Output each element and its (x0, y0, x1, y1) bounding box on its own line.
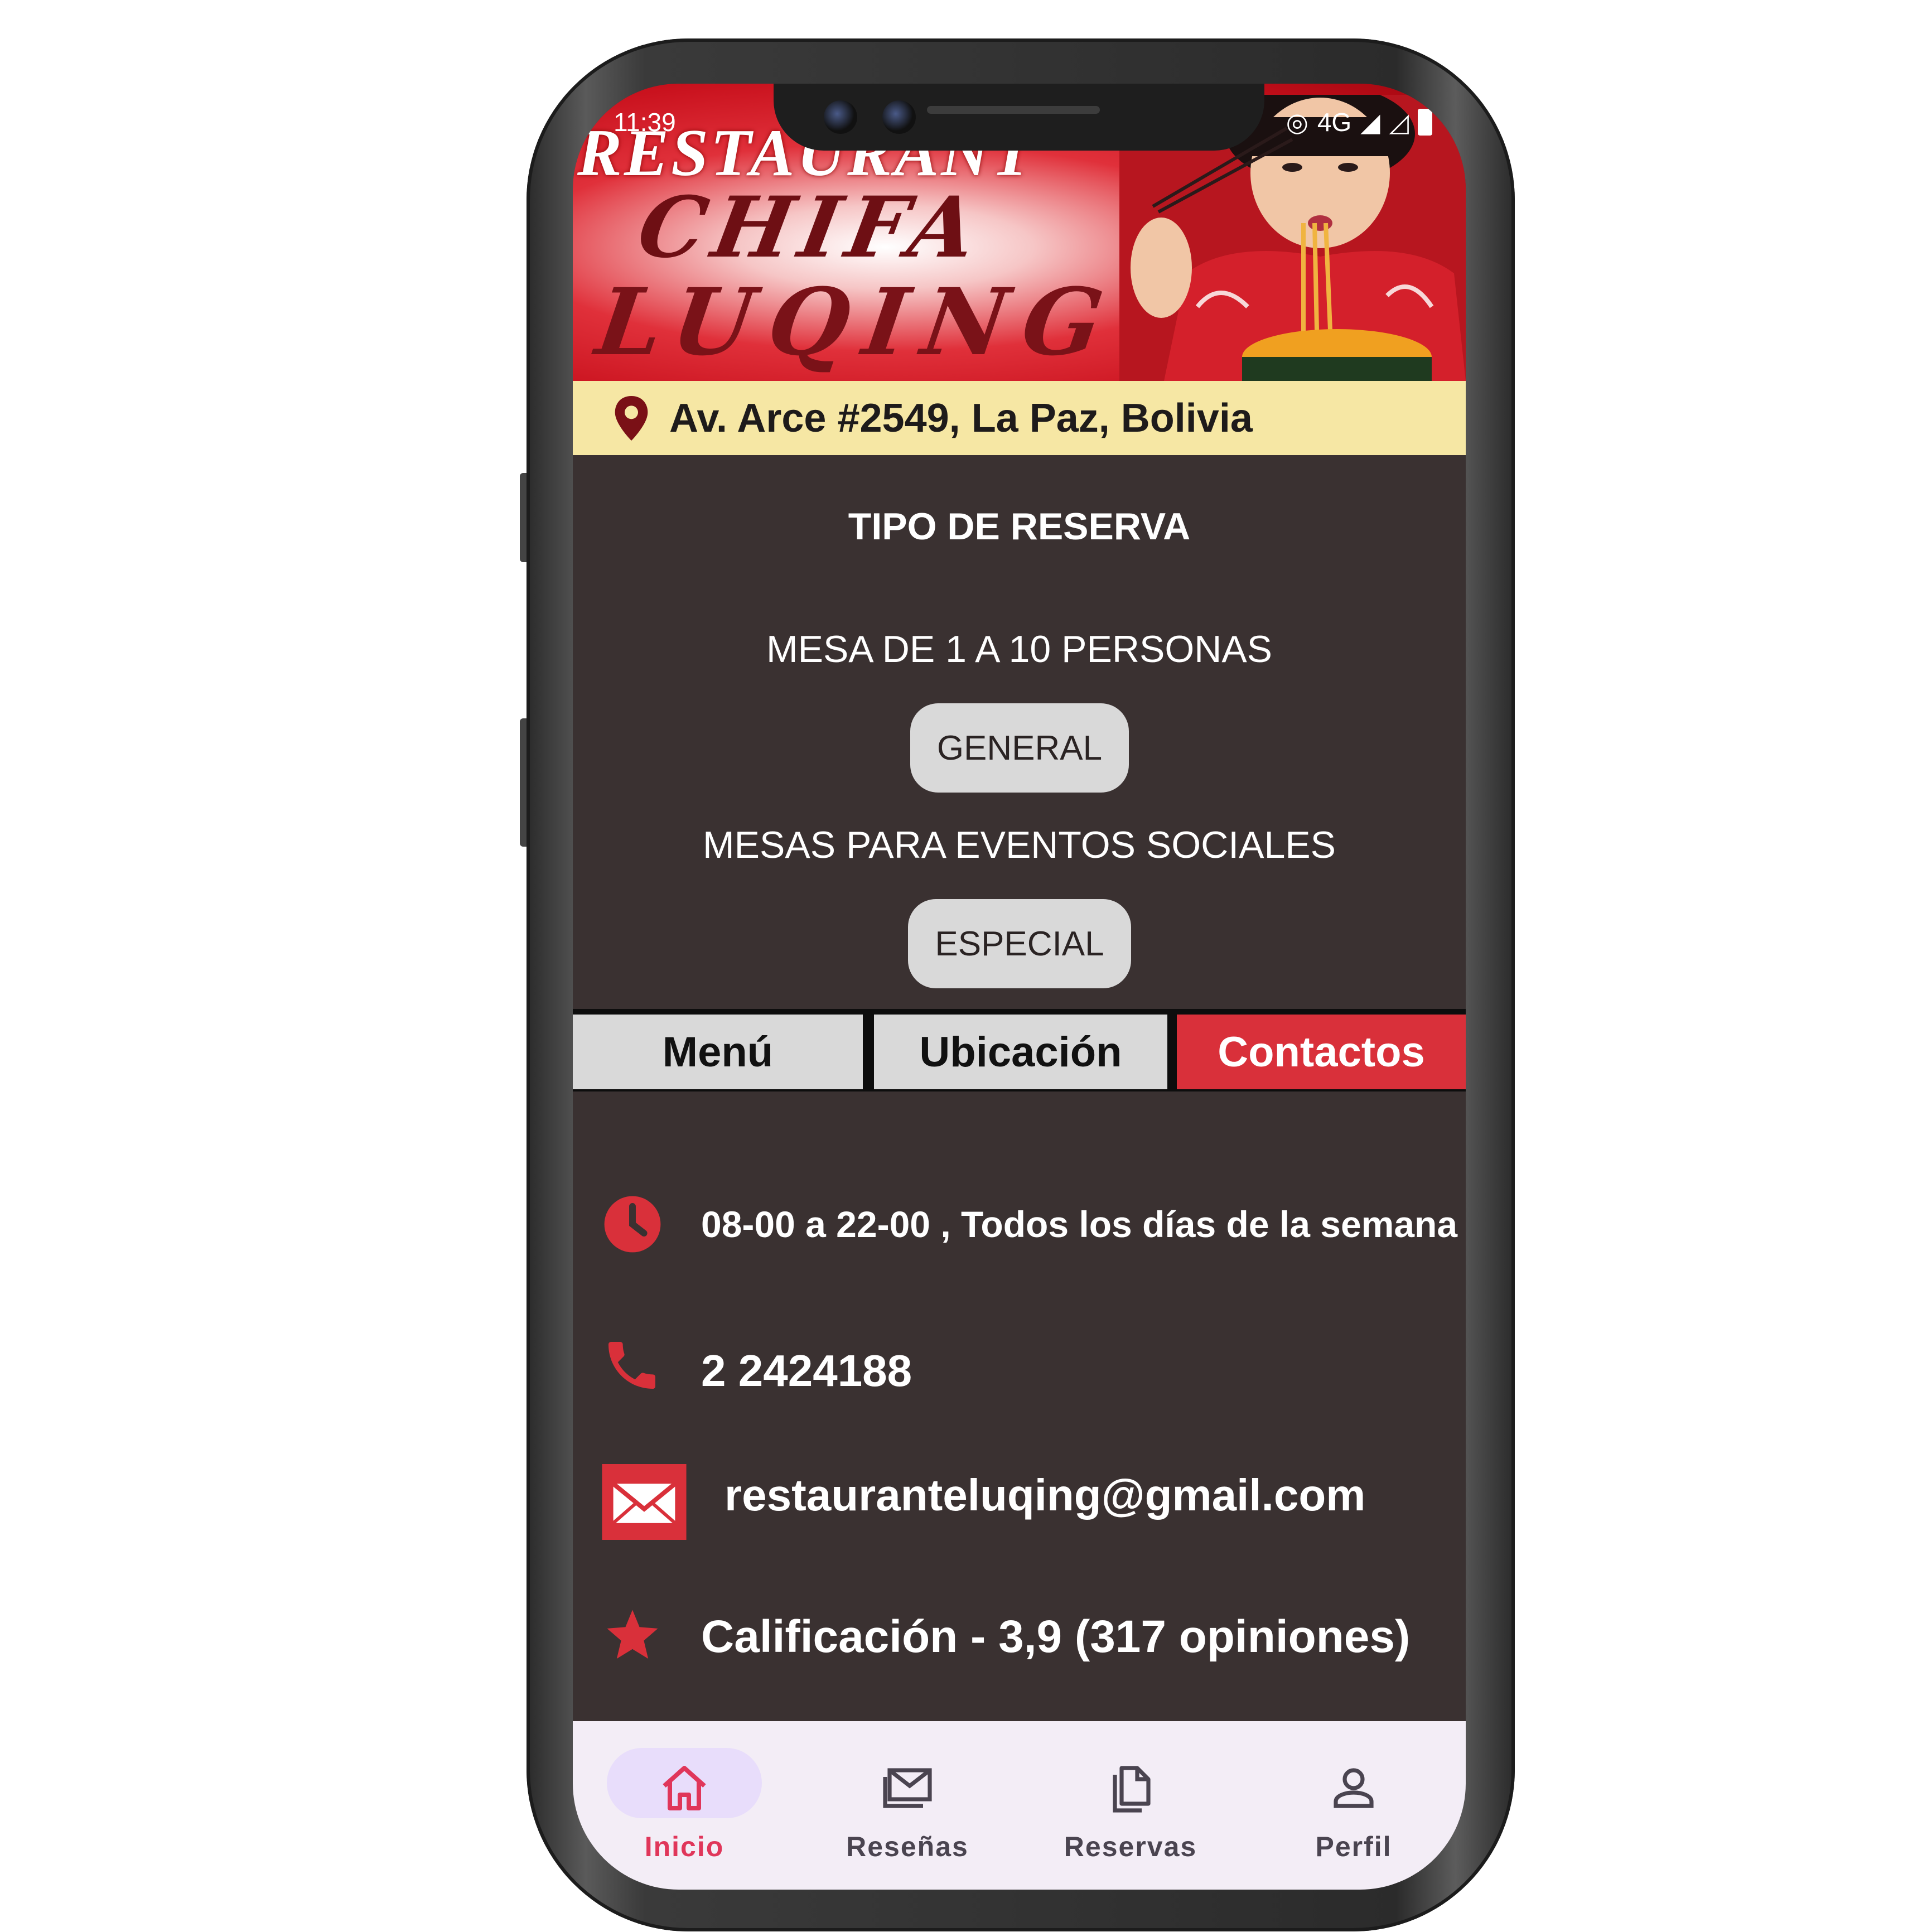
opening-hours-text: 08-00 a 22-00 , Todos los días de la sem… (701, 1204, 1458, 1245)
general-reservation-description: MESA DE 1 A 10 PERSONAS (766, 628, 1273, 670)
rating-row: Calificación - 3,9 (317 opiniones) (573, 1601, 1466, 1679)
reservation-type-title: TIPO DE RESERVA (848, 505, 1191, 548)
envelope-icon (602, 1464, 687, 1540)
nav-reviews[interactable]: Reseñas (796, 1721, 1019, 1890)
person-icon (1334, 1768, 1374, 1808)
nav-profile[interactable]: Perfil (1242, 1721, 1465, 1890)
app-screen: RESTAURANT CHIFA LUQING 11:39 ◎ 4G ◢ ◿ A… (573, 84, 1466, 1890)
special-reservation-button[interactable]: ESPECIAL (908, 899, 1131, 988)
address-bar[interactable]: Av. Arce #2549, La Paz, Bolivia (573, 381, 1466, 455)
banner-word-luqing: LUQING (590, 268, 1126, 376)
info-tabs: Menú Ubicación Contactos (573, 1009, 1466, 1091)
banner-word-chifa: CHIFA (631, 178, 992, 277)
tab-menu[interactable]: Menú (573, 1015, 863, 1089)
general-reservation-button[interactable]: GENERAL (910, 703, 1129, 793)
bottom-navigation: Inicio Reseñas Reservas Perfil (573, 1721, 1466, 1890)
phone-number: 2 2424188 (701, 1346, 912, 1395)
phone-row[interactable]: 2 2424188 (573, 1333, 1466, 1400)
nav-profile-label: Perfil (1315, 1831, 1392, 1862)
nav-reservations-label: Reservas (1064, 1831, 1197, 1862)
battery-icon (1418, 109, 1432, 136)
status-bar: 11:39 ◎ 4G ◢ ◿ (573, 100, 1466, 139)
nav-reviews-label: Reseñas (846, 1831, 969, 1862)
network-type: 4G (1317, 108, 1352, 137)
location-pin-icon (615, 395, 648, 441)
signal-2-icon: ◿ (1389, 108, 1409, 137)
clock-icon (604, 1196, 661, 1253)
signal-icon: ◢ (1360, 108, 1380, 137)
nav-reservations[interactable]: Reservas (1019, 1721, 1242, 1890)
email-row[interactable]: restauranteluqing@gmail.com (573, 1464, 1466, 1542)
nav-home[interactable]: Inicio (573, 1721, 796, 1890)
address-text: Av. Arce #2549, La Paz, Bolivia (669, 395, 1253, 441)
tab-contacts[interactable]: Contactos (1177, 1015, 1466, 1089)
phone-icon (608, 1342, 655, 1389)
nav-home-label: Inicio (644, 1831, 724, 1862)
special-reservation-description: MESAS PARA EVENTOS SOCIALES (703, 824, 1336, 866)
rating-text: Calificación - 3,9 (317 opiniones) (701, 1611, 1411, 1662)
opening-hours-row: 08-00 a 22-00 , Todos los días de la sem… (573, 1191, 1466, 1258)
document-icon (1113, 1766, 1151, 1813)
hotspot-icon: ◎ (1286, 108, 1308, 137)
email-address: restauranteluqing@gmail.com (724, 1470, 1366, 1520)
home-icon (663, 1766, 706, 1810)
status-time: 11:39 (614, 108, 676, 137)
mail-icon (883, 1768, 932, 1808)
tab-location[interactable]: Ubicación (874, 1015, 1167, 1089)
star-icon (607, 1610, 658, 1659)
